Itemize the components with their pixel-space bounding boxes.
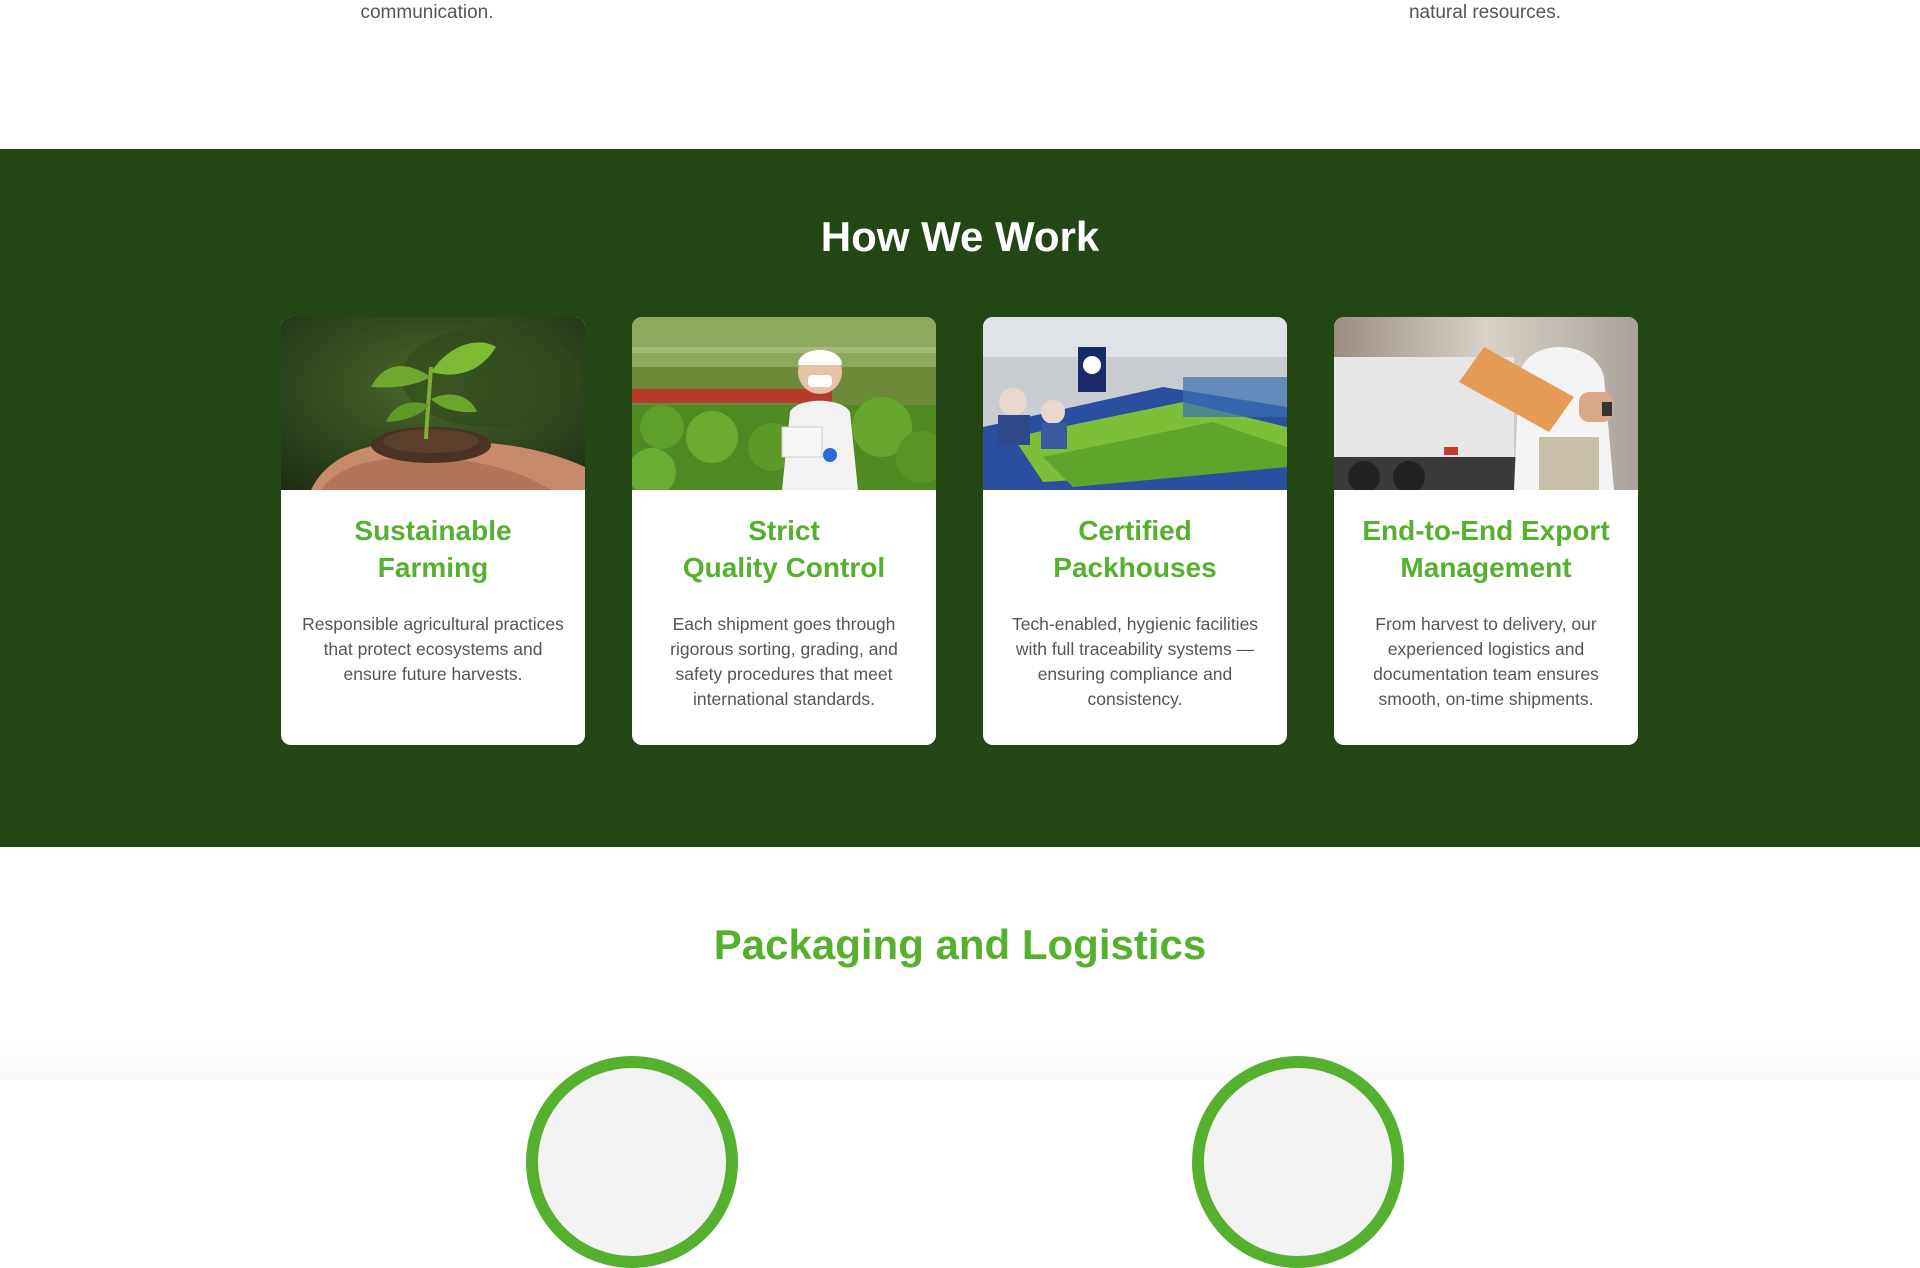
feature-text-tail-left: communication. bbox=[360, 2, 494, 23]
card-title: Certified Packhouses bbox=[1053, 515, 1217, 583]
card-description: Responsible agricultural practices that … bbox=[302, 614, 564, 684]
hands-holding-seedling-image bbox=[281, 317, 585, 490]
packaging-image-circle-left bbox=[526, 1056, 738, 1268]
card-title: Strict Quality Control bbox=[682, 515, 886, 583]
packaging-image-circle-right bbox=[1192, 1056, 1404, 1268]
section-title: Packaging and Logistics bbox=[713, 921, 1207, 968]
packaging-logistics-section: Packaging and Logistics bbox=[0, 847, 1920, 1268]
how-we-work-section: How We Work Sustainable Farming Responsi… bbox=[0, 149, 1920, 847]
card-sustainable-farming: Sustainable Farming Responsible agricult… bbox=[281, 317, 585, 745]
card-title: Sustainable Farming bbox=[354, 515, 512, 583]
feature-text-tail-right: natural resources. bbox=[1408, 2, 1562, 23]
card-description: Tech-enabled, hygienic facilities with f… bbox=[1011, 614, 1259, 709]
card-description: From harvest to delivery, our experience… bbox=[1373, 614, 1599, 709]
card-certified-packhouses: Certified Packhouses Tech-enabled, hygie… bbox=[983, 317, 1287, 745]
section-background-fade bbox=[0, 1037, 1920, 1080]
section-title: How We Work bbox=[820, 213, 1100, 260]
previous-section-tail: communication. natural resources. bbox=[0, 0, 1920, 149]
greenhouse-inspector-image bbox=[632, 317, 936, 490]
packhouse-sorting-line-image bbox=[983, 317, 1287, 490]
card-title: End-to-End Export Management bbox=[1362, 515, 1610, 583]
truck-clipboard-image bbox=[1334, 317, 1638, 490]
card-strict-quality-control: Strict Quality Control Each shipment goe… bbox=[632, 317, 936, 745]
card-description: Each shipment goes through rigorous sort… bbox=[670, 614, 898, 709]
card-end-to-end-export: End-to-End Export Management From harves… bbox=[1334, 317, 1638, 745]
